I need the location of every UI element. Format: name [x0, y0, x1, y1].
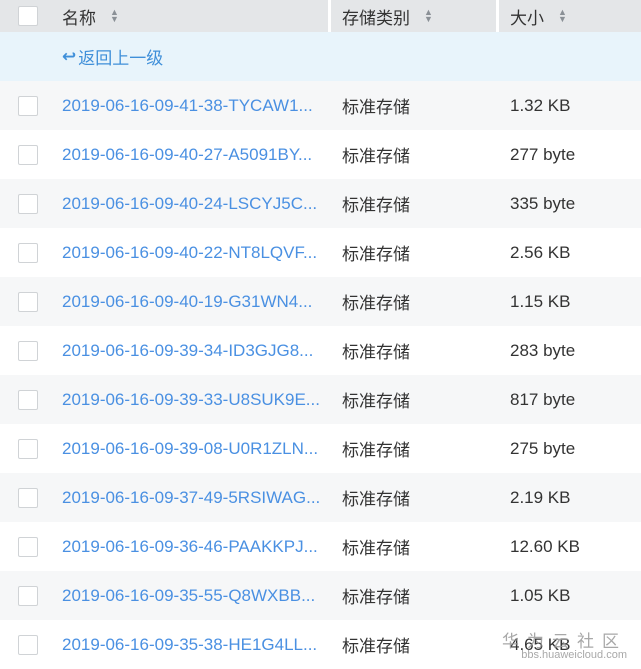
- column-divider: [496, 0, 499, 32]
- file-name-link[interactable]: 2019-06-16-09-35-38-HE1G4LL...: [62, 620, 317, 669]
- file-size: 1.32 KB: [510, 95, 571, 115]
- sort-icon[interactable]: ▲ ▼: [558, 8, 567, 24]
- row-checkbox[interactable]: [18, 536, 38, 557]
- storage-class: 标准存储: [342, 196, 410, 215]
- row-checkbox[interactable]: [18, 193, 38, 214]
- table-row: 2019-06-16-09-39-34-ID3GJG8... 标准存储 283 …: [0, 326, 641, 375]
- file-name-link[interactable]: 2019-06-16-09-37-49-5RSIWAG...: [62, 473, 320, 522]
- file-size: 2.56 KB: [510, 242, 571, 262]
- file-size: 1.15 KB: [510, 291, 571, 311]
- sort-icon[interactable]: ▲ ▼: [110, 8, 119, 24]
- storage-class: 标准存储: [342, 245, 410, 264]
- back-to-parent-link[interactable]: ↩ 返回上一级: [0, 32, 641, 81]
- row-checkbox[interactable]: [18, 340, 38, 361]
- storage-class: 标准存储: [342, 392, 410, 411]
- table-header: 名称 ▲ ▼ 存储类别 ▲ ▼ 大小 ▲ ▼: [0, 0, 641, 32]
- file-size: 12.60 KB: [510, 536, 580, 556]
- table-row: 2019-06-16-09-39-08-U0R1ZLN... 标准存储 275 …: [0, 424, 641, 473]
- row-checkbox[interactable]: [18, 389, 38, 410]
- table-row: 2019-06-16-09-40-19-G31WN4... 标准存储 1.15 …: [0, 277, 641, 326]
- column-type[interactable]: 存储类别 ▲ ▼: [342, 0, 433, 32]
- table-row: 2019-06-16-09-39-33-U8SUK9E... 标准存储 817 …: [0, 375, 641, 424]
- file-size: 335 byte: [510, 193, 576, 213]
- storage-class: 标准存储: [342, 539, 410, 558]
- table-row: 2019-06-16-09-40-24-LSCYJ5C... 标准存储 335 …: [0, 179, 641, 228]
- row-checkbox[interactable]: [18, 634, 38, 655]
- file-name-link[interactable]: 2019-06-16-09-41-38-TYCAW1...: [62, 81, 313, 130]
- select-all-checkbox[interactable]: [18, 6, 38, 26]
- file-name-link[interactable]: 2019-06-16-09-39-08-U0R1ZLN...: [62, 424, 318, 473]
- table-row: 2019-06-16-09-40-27-A5091BY... 标准存储 277 …: [0, 130, 641, 179]
- table-row: 2019-06-16-09-37-49-5RSIWAG... 标准存储 2.19…: [0, 473, 641, 522]
- table-row: 2019-06-16-09-40-22-NT8LQVF... 标准存储 2.56…: [0, 228, 641, 277]
- row-checkbox[interactable]: [18, 585, 38, 606]
- column-size[interactable]: 大小 ▲ ▼: [510, 0, 567, 32]
- column-divider: [328, 0, 331, 32]
- storage-class: 标准存储: [342, 343, 410, 362]
- storage-class: 标准存储: [342, 294, 410, 313]
- row-checkbox[interactable]: [18, 487, 38, 508]
- storage-class: 标准存储: [342, 490, 410, 509]
- table-row: 2019-06-16-09-41-38-TYCAW1... 标准存储 1.32 …: [0, 81, 641, 130]
- file-name-link[interactable]: 2019-06-16-09-40-19-G31WN4...: [62, 277, 312, 326]
- file-size: 277 byte: [510, 144, 576, 164]
- table-row: 2019-06-16-09-35-55-Q8WXBB... 标准存储 1.05 …: [0, 571, 641, 620]
- file-name-link[interactable]: 2019-06-16-09-39-34-ID3GJG8...: [62, 326, 313, 375]
- file-size: 817 byte: [510, 389, 576, 409]
- row-checkbox[interactable]: [18, 291, 38, 312]
- row-checkbox[interactable]: [18, 242, 38, 263]
- file-size: 283 byte: [510, 340, 576, 360]
- file-list: 2019-06-16-09-41-38-TYCAW1... 标准存储 1.32 …: [0, 81, 641, 669]
- file-size: 1.05 KB: [510, 585, 571, 605]
- file-size: 275 byte: [510, 438, 576, 458]
- storage-class: 标准存储: [342, 441, 410, 460]
- table-row: 2019-06-16-09-36-46-PAAKKPJ... 标准存储 12.6…: [0, 522, 641, 571]
- storage-class: 标准存储: [342, 637, 410, 656]
- row-checkbox[interactable]: [18, 144, 38, 165]
- file-name-link[interactable]: 2019-06-16-09-36-46-PAAKKPJ...: [62, 522, 318, 571]
- file-name-link[interactable]: 2019-06-16-09-39-33-U8SUK9E...: [62, 375, 320, 424]
- sort-icon[interactable]: ▲ ▼: [424, 8, 433, 24]
- column-name[interactable]: 名称 ▲ ▼: [62, 0, 119, 32]
- storage-class: 标准存储: [342, 147, 410, 166]
- file-name-link[interactable]: 2019-06-16-09-35-55-Q8WXBB...: [62, 571, 315, 620]
- storage-class: 标准存储: [342, 98, 410, 117]
- file-size: 2.19 KB: [510, 487, 571, 507]
- storage-class: 标准存储: [342, 588, 410, 607]
- file-name-link[interactable]: 2019-06-16-09-40-24-LSCYJ5C...: [62, 179, 317, 228]
- row-checkbox[interactable]: [18, 95, 38, 116]
- row-checkbox[interactable]: [18, 438, 38, 459]
- back-arrow-icon: ↩: [62, 46, 77, 66]
- watermark: 华为云社区 bbs.huaweicloud.com: [502, 632, 627, 661]
- file-name-link[interactable]: 2019-06-16-09-40-22-NT8LQVF...: [62, 228, 317, 277]
- file-name-link[interactable]: 2019-06-16-09-40-27-A5091BY...: [62, 130, 312, 179]
